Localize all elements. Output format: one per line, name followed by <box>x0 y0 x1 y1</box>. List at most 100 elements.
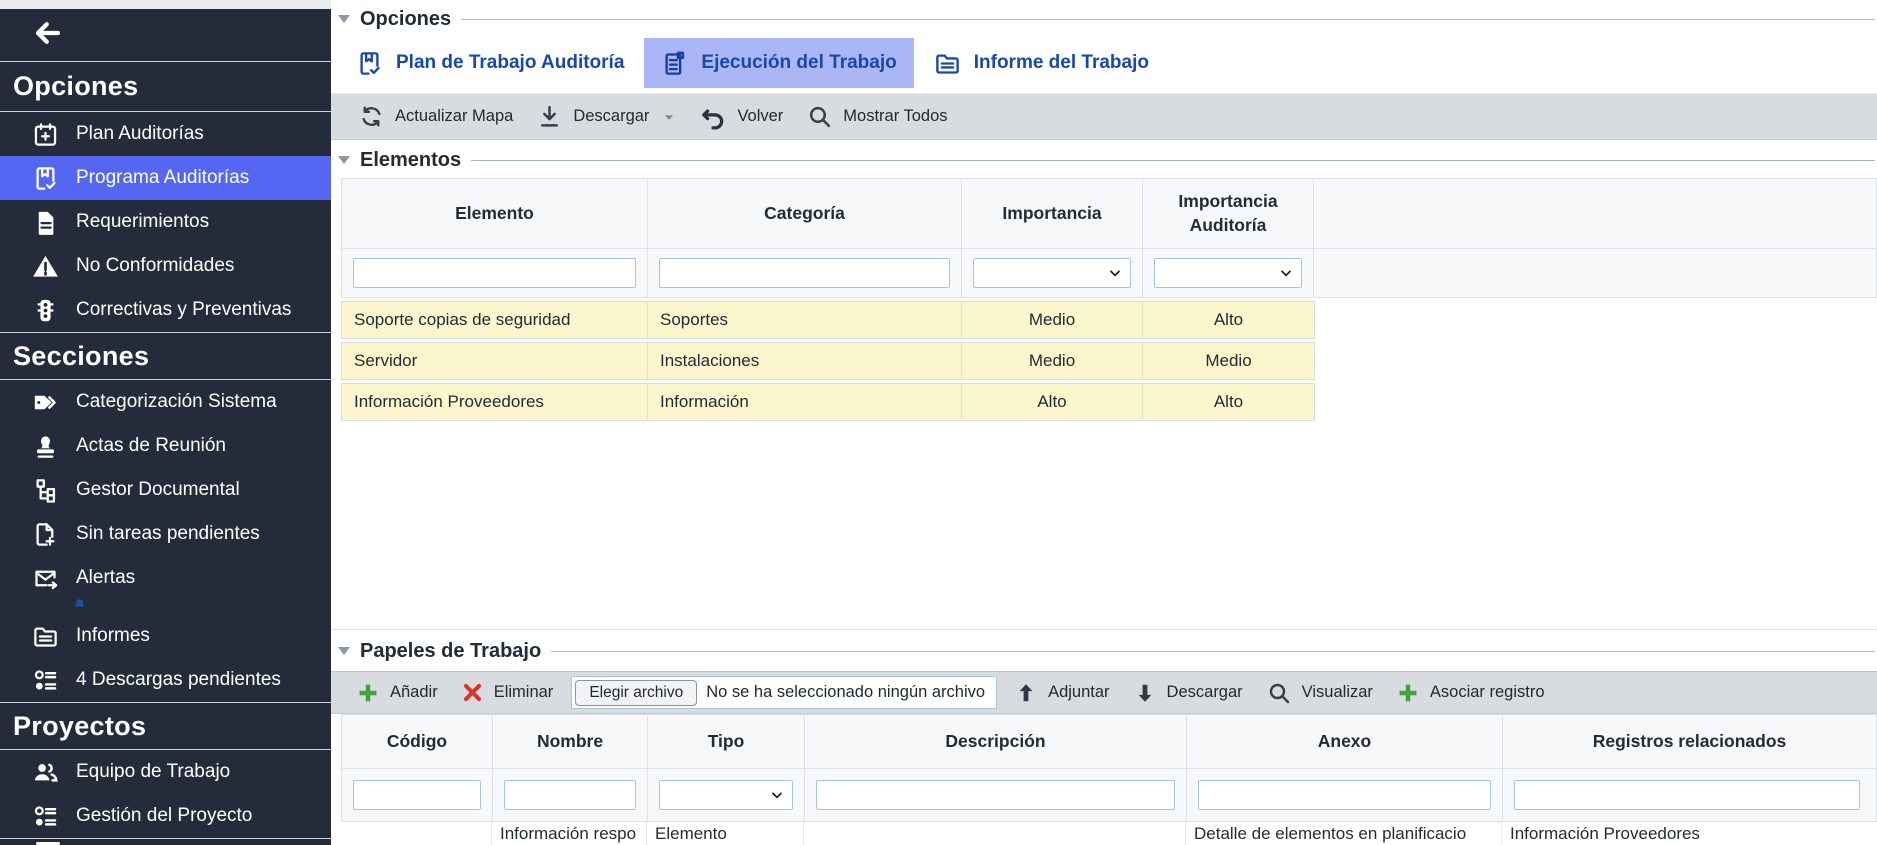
arrow-down-icon <box>1134 682 1156 704</box>
sidebar-section-title: Opciones <box>0 62 331 112</box>
section-title: Opciones <box>360 8 451 31</box>
sidebar-item-informes[interactable]: Informes <box>0 614 331 658</box>
table-row[interactable]: Información respo Elemento Detalle de el… <box>341 822 1877 845</box>
table-row[interactable]: Servidor Instalaciones Medio Medio <box>341 342 1315 380</box>
sidebar-item-gestion-proyecto[interactable]: Gestión del Proyecto <box>0 794 331 838</box>
sidebar-item-descargas-pendientes[interactable]: 4 Descargas pendientes <box>0 658 331 702</box>
button-label: Mostrar Todos <box>843 107 947 126</box>
bell-badge-icon <box>72 598 87 613</box>
section-divider <box>331 629 1877 630</box>
folder-lines-icon <box>32 623 59 650</box>
sidebar-item-label: Categorización Sistema <box>76 391 277 413</box>
cell-codigo <box>341 822 492 845</box>
sidebar-item-equipo-trabajo[interactable]: Equipo de Trabajo <box>0 750 331 794</box>
warning-triangle-icon <box>32 253 59 280</box>
registros-filter-input[interactable] <box>1514 780 1860 810</box>
sidebar-item-gestor-documental[interactable]: Gestor Documental <box>0 468 331 512</box>
sidebar-item-programa-auditorias[interactable]: Programa Auditorías <box>0 156 331 200</box>
calendar-plus-icon <box>32 121 59 148</box>
file-input-box: Elegir archivo No se ha seleccionado nin… <box>571 676 997 709</box>
cell-elemento: Servidor <box>342 343 648 379</box>
form-icon <box>661 50 688 77</box>
collapse-triangle-icon[interactable] <box>338 647 350 655</box>
nombre-filter-input[interactable] <box>504 780 636 810</box>
chevron-down-icon <box>1107 265 1123 281</box>
button-label: Descargar <box>573 107 649 126</box>
sidebar-item-categorizacion-sistema[interactable]: Categorización Sistema <box>0 380 331 424</box>
elemento-filter-input[interactable] <box>353 258 636 288</box>
sidebar-item-requerimientos[interactable]: Requerimientos <box>0 200 331 244</box>
sidebar-item-label: Gestor Documental <box>76 479 240 501</box>
sidebar-item-plan-auditorias[interactable]: Plan Auditorías <box>0 112 331 156</box>
importancia-filter-select[interactable] <box>973 258 1131 288</box>
button-label: Eliminar <box>494 683 554 702</box>
cell-anexo: Detalle de elementos en planificacio <box>1186 822 1502 845</box>
descripcion-filter-input[interactable] <box>816 780 1175 810</box>
cell-tipo: Elemento <box>647 822 804 845</box>
collapse-triangle-icon[interactable] <box>338 156 350 164</box>
download-button[interactable]: Descargar <box>525 104 688 129</box>
tab-ejecucion-del-trabajo[interactable]: Ejecución del Trabajo <box>644 38 913 88</box>
back-arrow-icon[interactable] <box>33 18 63 53</box>
column-header-tipo: Tipo <box>648 715 805 768</box>
sidebar-item-label: Correctivas y Preventivas <box>76 299 291 321</box>
link-record-button[interactable]: Asociar registro <box>1385 682 1557 704</box>
tipo-filter-select[interactable] <box>659 780 793 810</box>
column-header-categoria: Categoría <box>648 179 962 248</box>
checklist-icon <box>32 667 59 694</box>
refresh-map-button[interactable]: Actualizar Mapa <box>347 104 525 129</box>
add-button[interactable]: Añadir <box>345 682 450 704</box>
tab-label: Ejecución del Trabajo <box>701 52 896 74</box>
button-label: Asociar registro <box>1430 683 1545 702</box>
anexo-filter-input[interactable] <box>1198 780 1491 810</box>
cell-elemento: Información Proveedores <box>342 384 648 420</box>
download-file-button[interactable]: Descargar <box>1122 682 1255 704</box>
button-label: Actualizar Mapa <box>395 107 513 126</box>
papeles-table-head: Código Nombre Tipo Descripción Anexo Reg… <box>341 714 1877 822</box>
tag-icon <box>32 389 59 416</box>
tab-informe-del-trabajo[interactable]: Informe del Trabajo <box>917 38 1166 88</box>
sidebar-item-actas-reunion[interactable]: Actas de Reunión <box>0 424 331 468</box>
codigo-filter-input[interactable] <box>353 780 481 810</box>
cell-categoria: Soportes <box>648 302 962 338</box>
chevron-down-icon[interactable] <box>662 110 676 124</box>
section-rule <box>471 160 1875 161</box>
folder-lines-icon <box>934 50 961 77</box>
table-row[interactable]: Soporte copias de seguridad Soportes Med… <box>341 301 1315 339</box>
sidebar-back-row <box>0 9 331 62</box>
delete-button[interactable]: Eliminar <box>450 682 566 703</box>
show-all-button[interactable]: Mostrar Todos <box>795 104 959 129</box>
table-row[interactable]: Información Proveedores Información Alto… <box>341 383 1315 421</box>
cell-descripcion <box>804 822 1186 845</box>
cell-elemento: Soporte copias de seguridad <box>342 302 648 338</box>
sidebar-item-label: Programa Auditorías <box>76 167 249 189</box>
sidebar-item-label: Actas de Reunión <box>76 435 226 457</box>
chevron-down-icon <box>769 787 785 803</box>
org-chart-icon <box>32 477 59 504</box>
book-check-icon <box>32 165 59 192</box>
cell-importancia: Medio <box>962 302 1143 338</box>
sidebar-item-no-conformidades[interactable]: No Conformidades <box>0 244 331 288</box>
sidebar-section-title: Secciones <box>0 332 331 380</box>
categoria-filter-input[interactable] <box>659 258 950 288</box>
choose-file-button[interactable]: Elegir archivo <box>575 680 697 706</box>
tab-plan-de-trabajo[interactable]: Plan de Trabajo Auditoría <box>339 38 641 88</box>
sidebar-item-correctivas-preventivas[interactable]: Correctivas y Preventivas <box>0 288 331 332</box>
section-title: Elementos <box>360 149 461 172</box>
column-header-codigo: Código <box>342 715 493 768</box>
collapse-triangle-icon[interactable] <box>338 15 350 23</box>
alertas-bell-row <box>0 600 331 614</box>
people-icon <box>32 759 59 786</box>
back-button[interactable]: Volver <box>688 104 795 130</box>
column-header-descripcion: Descripción <box>805 715 1187 768</box>
attach-button[interactable]: Adjuntar <box>1003 682 1121 704</box>
sidebar-item-alertas[interactable]: Alertas <box>0 556 331 600</box>
tab-label: Plan de Trabajo Auditoría <box>396 52 624 74</box>
cell-importancia: Medio <box>962 343 1143 379</box>
view-button[interactable]: Visualizar <box>1255 681 1385 705</box>
sidebar-item-sin-tareas-pendientes[interactable]: Sin tareas pendientes <box>0 512 331 556</box>
sidebar-item-label: Plan Auditorías <box>76 123 204 145</box>
tab-label: Informe del Trabajo <box>974 52 1149 74</box>
importancia-auditoria-filter-select[interactable] <box>1154 258 1302 288</box>
document-icon <box>32 209 59 236</box>
